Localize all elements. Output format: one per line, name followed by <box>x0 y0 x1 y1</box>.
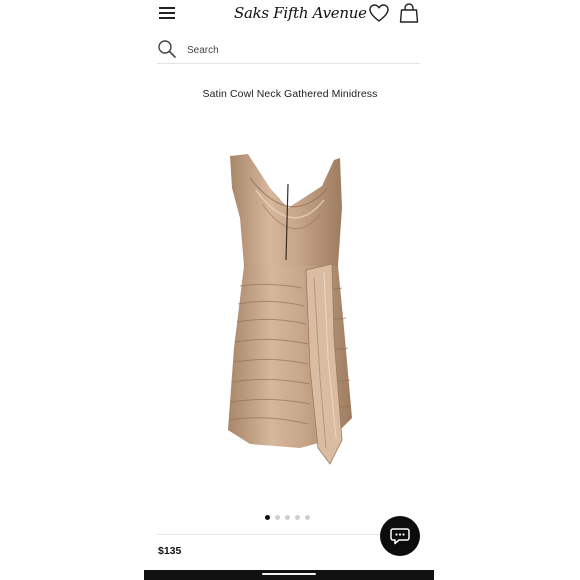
search-input[interactable] <box>185 39 409 61</box>
favorites-button[interactable] <box>368 2 390 24</box>
search-bar[interactable] <box>157 37 420 64</box>
menu-button[interactable] <box>156 4 178 22</box>
chat-bubble-icon <box>390 528 410 545</box>
shopping-bag-icon <box>399 3 419 23</box>
shopping-bag-button[interactable] <box>398 2 420 24</box>
gallery-dot[interactable] <box>305 515 310 520</box>
product-page: Saks Fifth Avenue Satin Cowl Neck Gather… <box>0 0 580 580</box>
heart-icon <box>369 4 389 22</box>
product-price: $135 <box>158 545 182 557</box>
gallery-dot[interactable] <box>265 515 270 520</box>
header: Saks Fifth Avenue <box>150 0 430 30</box>
gallery-dot[interactable] <box>275 515 280 520</box>
image-gallery-dots <box>265 515 315 523</box>
bottom-bar <box>144 570 434 580</box>
gallery-dot[interactable] <box>295 515 300 520</box>
chat-button[interactable] <box>380 516 420 556</box>
home-indicator[interactable] <box>262 573 316 575</box>
gallery-dot[interactable] <box>285 515 290 520</box>
hamburger-menu-icon-line <box>159 12 175 14</box>
product-title: Satin Cowl Neck Gathered Minidress <box>202 88 378 100</box>
product-image[interactable] <box>210 148 370 478</box>
logo[interactable]: Saks Fifth Avenue <box>234 2 367 24</box>
search-icon[interactable] <box>157 39 177 59</box>
hamburger-menu-icon-line <box>159 17 175 19</box>
hamburger-menu-icon <box>159 7 175 9</box>
